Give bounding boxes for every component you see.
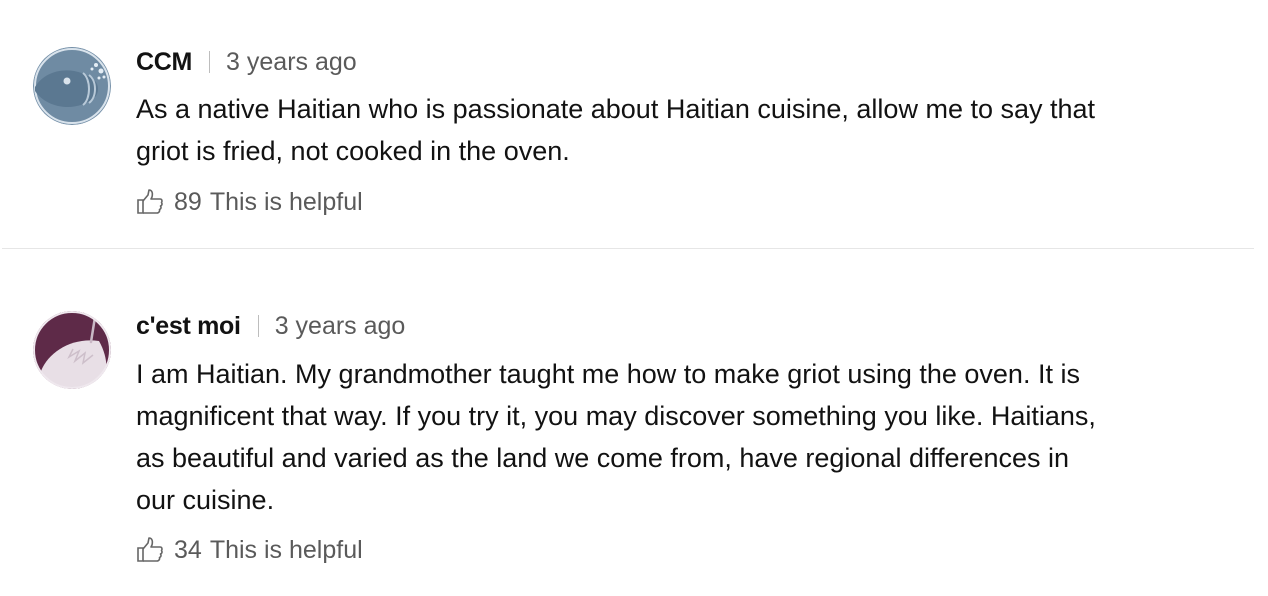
author-name[interactable]: CCM bbox=[136, 48, 192, 77]
comment-body: I am Haitian. My grandmother taught me h… bbox=[136, 359, 1096, 515]
meta-divider bbox=[209, 51, 211, 73]
helpful-button[interactable]: 89 This is helpful bbox=[136, 186, 363, 218]
author-name[interactable]: c'est moi bbox=[136, 312, 241, 341]
comment-body: As a native Haitian who is passionate ab… bbox=[136, 94, 1096, 166]
helpful-label: This is helpful bbox=[209, 187, 363, 216]
helpful-label: This is helpful bbox=[209, 535, 363, 564]
comment: CCM 3 years ago As a native Haitian who … bbox=[0, 0, 1268, 248]
helpful-count: 89 bbox=[174, 187, 202, 216]
comment: c'est moi 3 years ago I am Haitian. My g… bbox=[0, 249, 1268, 596]
helpful-count: 34 bbox=[174, 535, 202, 564]
comment-meta: CCM 3 years ago bbox=[136, 46, 357, 78]
narwhal-avatar-icon[interactable] bbox=[33, 311, 111, 389]
comment-timestamp: 3 years ago bbox=[274, 311, 406, 340]
thumbs-up-icon bbox=[137, 189, 163, 214]
thumbs-up-icon bbox=[137, 537, 163, 562]
helpful-button[interactable]: 34 This is helpful bbox=[136, 534, 363, 566]
comments-list: CCM 3 years ago As a native Haitian who … bbox=[0, 0, 1268, 596]
fish-avatar-icon[interactable] bbox=[33, 47, 111, 125]
meta-divider bbox=[257, 315, 259, 337]
comment-meta: c'est moi 3 years ago bbox=[136, 310, 405, 342]
comment-timestamp: 3 years ago bbox=[226, 47, 357, 76]
